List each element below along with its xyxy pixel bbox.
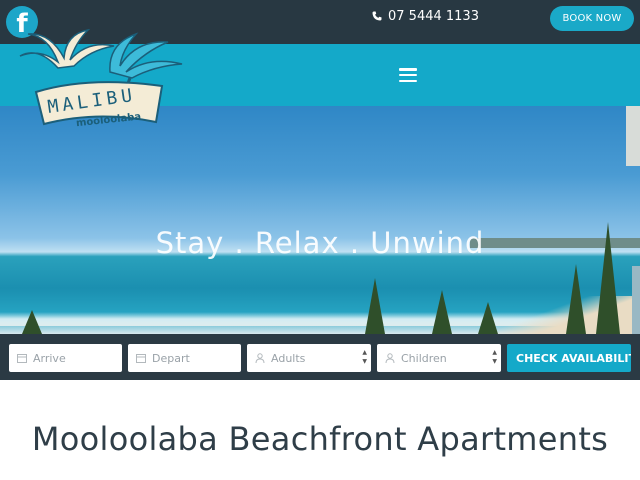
arrive-placeholder: Arrive <box>33 351 66 365</box>
arrive-field[interactable]: Arrive <box>9 344 122 372</box>
depart-field[interactable]: Depart <box>128 344 241 372</box>
page-heading: Mooloolaba Beachfront Apartments <box>31 420 609 458</box>
booking-bar: Arrive Depart Adults ▲ ▼ Children ▲ ▼ CHEC… <box>0 334 640 380</box>
stepper-arrows-icon[interactable]: ▲ ▼ <box>492 348 497 366</box>
children-stepper[interactable]: Children ▲ ▼ <box>377 344 501 372</box>
phone-icon <box>372 11 382 21</box>
adults-stepper[interactable]: Adults ▲ ▼ <box>247 344 371 372</box>
user-icon <box>255 353 265 363</box>
calendar-icon <box>136 354 146 363</box>
book-now-button[interactable]: BOOK NOW <box>550 6 634 31</box>
check-availability-button[interactable]: CHECK AVAILABILITY <box>507 344 631 372</box>
calendar-icon <box>17 354 27 363</box>
children-placeholder: Children <box>401 351 447 365</box>
adults-placeholder: Adults <box>271 351 306 365</box>
user-icon <box>385 353 395 363</box>
building-edge <box>632 266 640 334</box>
depart-placeholder: Depart <box>152 351 190 365</box>
phone-number: 07 5444 1133 <box>388 8 479 24</box>
phone-contact[interactable]: 07 5444 1133 <box>372 8 479 24</box>
hero-tagline: Stay . Relax . Unwind <box>155 226 485 260</box>
stepper-arrows-icon[interactable]: ▲ ▼ <box>362 348 367 366</box>
hero-image <box>0 106 640 334</box>
hamburger-menu-icon[interactable] <box>399 68 417 82</box>
building-edge <box>626 106 640 166</box>
malibu-logo[interactable]: MALIBU mooloolaba <box>18 26 186 128</box>
